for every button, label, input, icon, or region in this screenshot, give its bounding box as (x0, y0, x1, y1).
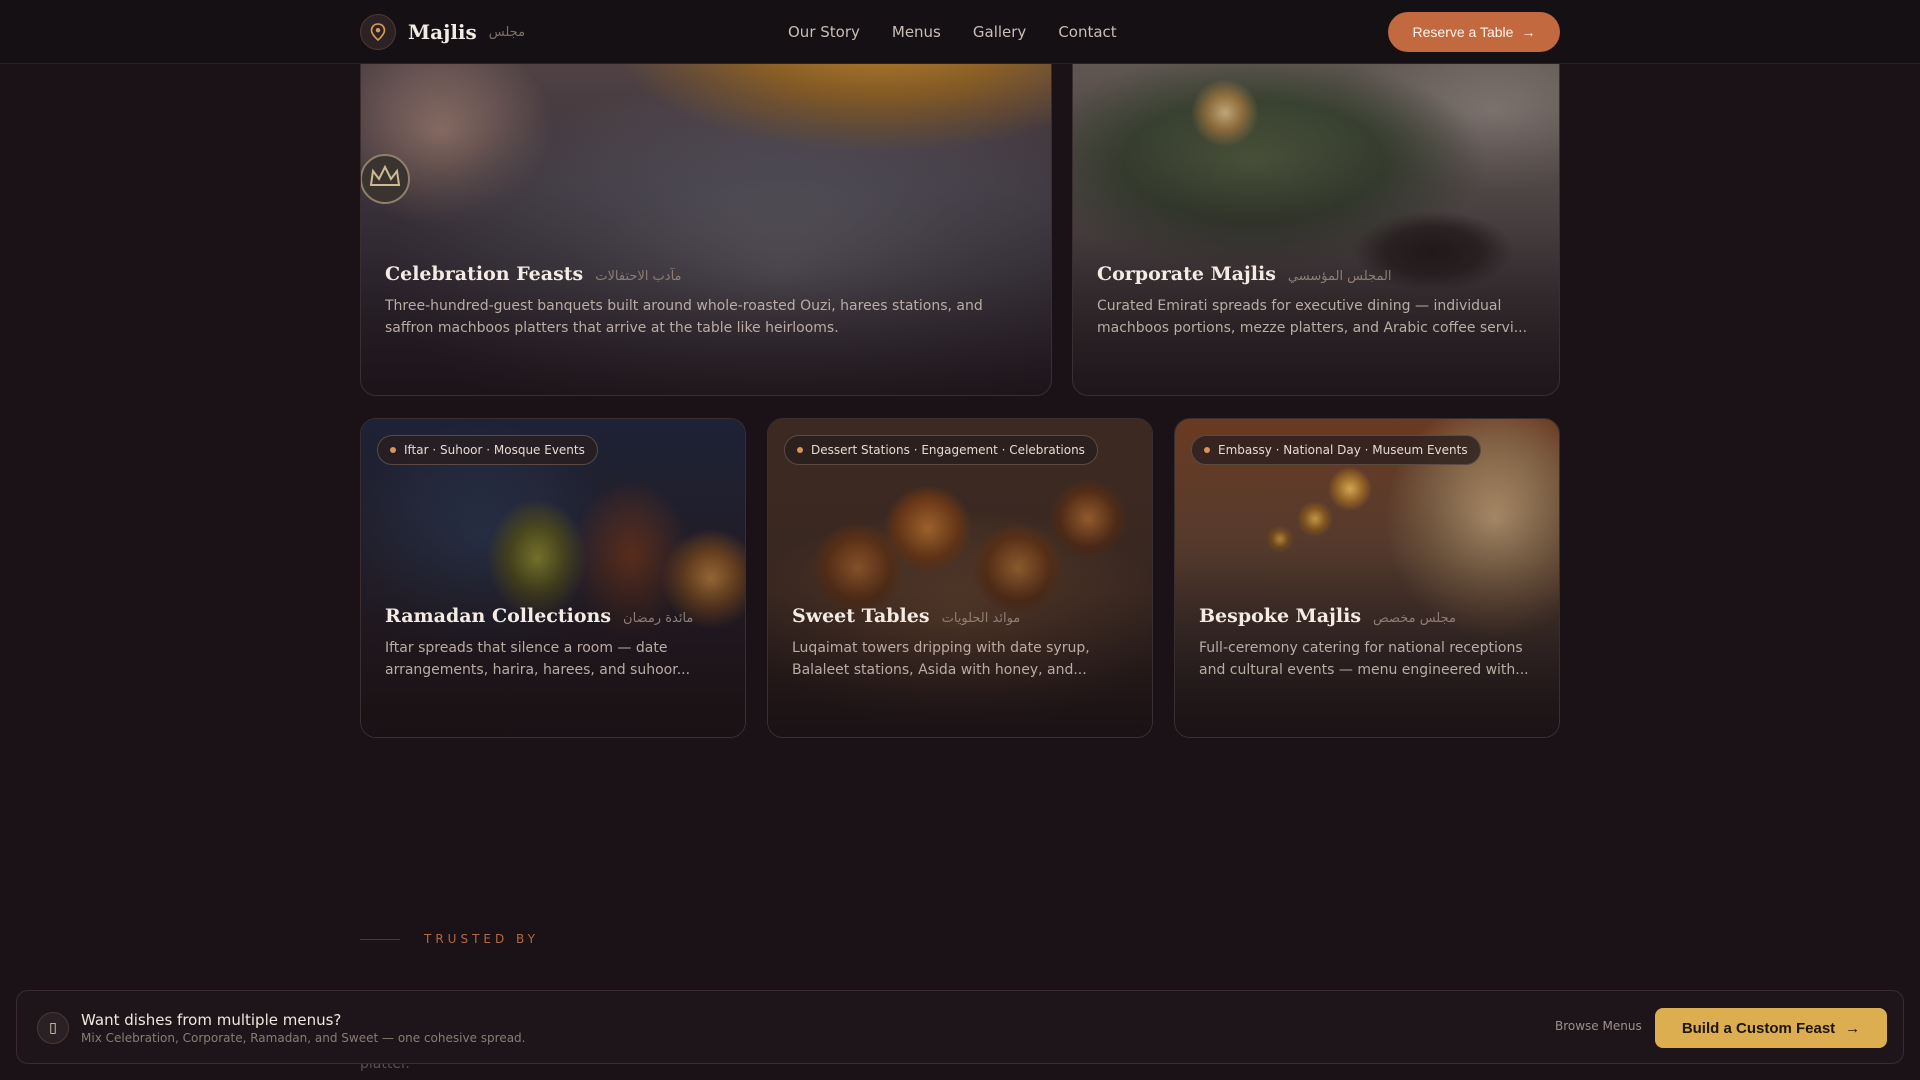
crown-emblem-icon (361, 154, 410, 204)
card-arabic-title: مآدب الاحتفالات (595, 269, 682, 284)
card-description: Luqaimat towers dripping with date syrup… (792, 640, 1090, 678)
card-arabic-title: موائد الحلويات (941, 611, 1021, 626)
card-tags-chip: Dessert Stations · Engagement · Celebrat… (784, 435, 1098, 465)
card-description: Full-ceremony catering for national rece… (1199, 640, 1529, 678)
banner-title: Want dishes from multiple menus? (81, 1011, 342, 1029)
map-pin-icon (360, 14, 396, 50)
feast-icon: ▯ (37, 1012, 69, 1044)
arrow-right-icon: → (1521, 24, 1536, 40)
nav-menus[interactable]: Menus (892, 22, 941, 42)
brand-name: Majlis (408, 20, 477, 44)
chip-label: Dessert Stations · Engagement · Celebrat… (811, 443, 1085, 457)
card-arabic-title: مجلس مخصص (1373, 611, 1456, 626)
chip-label: Iftar · Suhoor · Mosque Events (404, 443, 585, 457)
card-title: Corporate Majlis (1097, 263, 1276, 285)
nav-gallery[interactable]: Gallery (973, 22, 1026, 42)
nav-our-story[interactable]: Our Story (788, 22, 860, 42)
card-tags-chip: Iftar · Suhoor · Mosque Events (377, 435, 598, 465)
main-nav: Our Story Menus Gallery Contact (788, 22, 1149, 42)
brand[interactable]: Majlis مجلس (360, 14, 525, 50)
menu-card-celebration[interactable]: Celebration Feasts مآدب الاحتفالات Three… (360, 20, 1052, 396)
tag-dot-icon (1204, 447, 1210, 453)
site-header: Majlis مجلس Our Story Menus Gallery Cont… (0, 0, 1920, 64)
reserve-table-button[interactable]: Reserve a Table → (1388, 12, 1560, 52)
trusted-by-label: TRUSTED BY (424, 932, 539, 946)
card-tags-chip: Embassy · National Day · Museum Events (1191, 435, 1481, 465)
menu-card-sweet[interactable]: Dessert Stations · Engagement · Celebrat… (767, 418, 1153, 738)
card-title: Ramadan Collections (385, 605, 612, 627)
divider (360, 938, 400, 940)
tag-dot-icon (390, 447, 396, 453)
card-description: Three-hundred-guest banquets built aroun… (385, 298, 983, 336)
tag-dot-icon (797, 447, 803, 453)
card-arabic-title: المجلس المؤسسي (1287, 269, 1392, 284)
card-arabic-title: مائدة رمضان (623, 611, 694, 626)
trusted-by-section: TRUSTED BY (360, 932, 539, 946)
card-description: Curated Emirati spreads for executive di… (1097, 298, 1528, 336)
menu-card-corporate[interactable]: Corporate Majlis المجلس المؤسسي Curated … (1072, 20, 1560, 396)
build-label: Build a Custom Feast (1681, 1019, 1836, 1037)
card-title: Bespoke Majlis (1199, 605, 1362, 627)
menu-card-ramadan[interactable]: Iftar · Suhoor · Mosque Events Ramadan C… (360, 418, 746, 738)
banner-subtitle: Mix Celebration, Corporate, Ramadan, and… (81, 1031, 526, 1045)
browse-menus-link[interactable]: Browse Menus (1555, 1019, 1642, 1033)
card-title: Celebration Feasts (385, 263, 584, 285)
arrow-right-icon: → (1845, 1019, 1861, 1037)
card-title: Sweet Tables (792, 605, 930, 627)
reserve-label: Reserve a Table (1412, 24, 1514, 40)
menu-card-bespoke[interactable]: Embassy · National Day · Museum Events B… (1174, 418, 1560, 738)
chip-label: Embassy · National Day · Museum Events (1218, 443, 1468, 457)
card-description: Iftar spreads that silence a room — date… (385, 640, 691, 678)
nav-contact[interactable]: Contact (1058, 22, 1116, 42)
custom-feast-banner: ▯ Want dishes from multiple menus? Mix C… (16, 990, 1904, 1064)
brand-arabic: مجلس (488, 24, 526, 40)
build-custom-feast-button[interactable]: Build a Custom Feast → (1655, 1008, 1887, 1048)
